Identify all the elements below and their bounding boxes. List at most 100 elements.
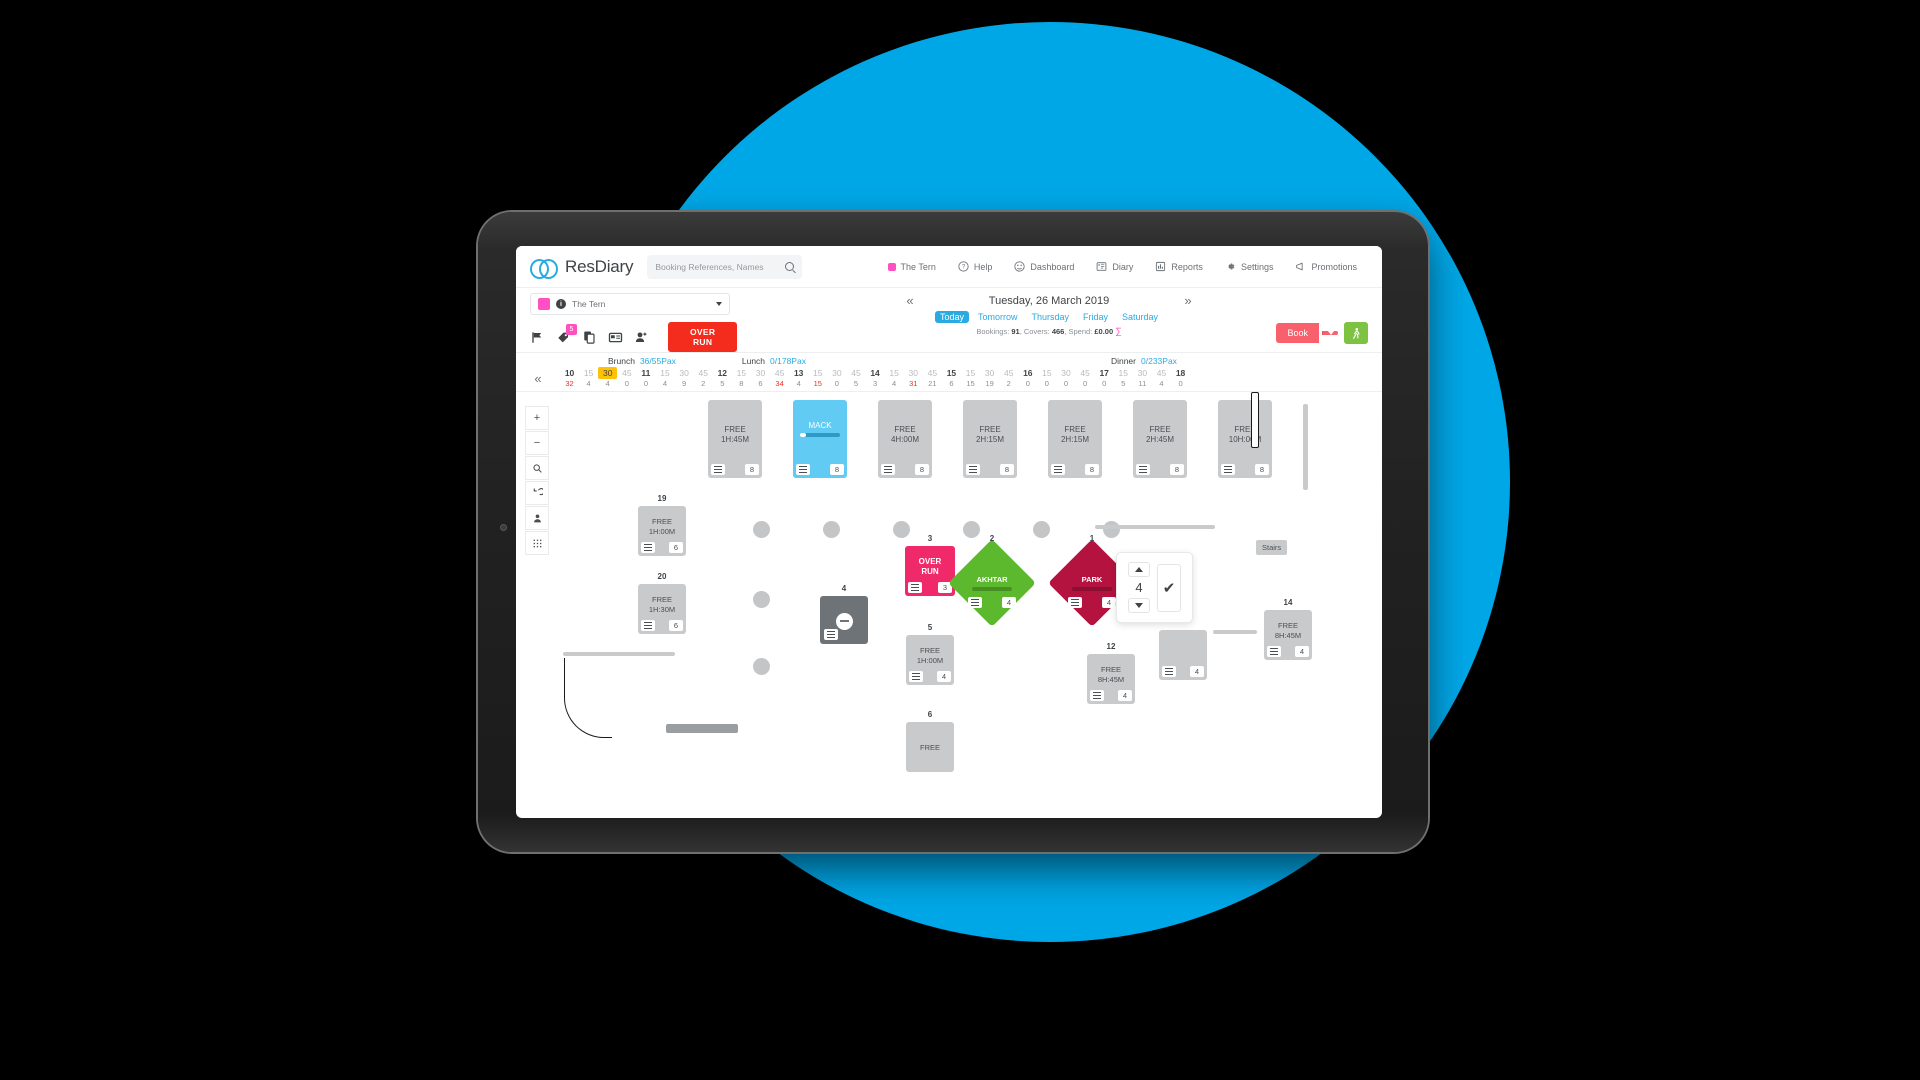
time-slot[interactable]: 30 [675, 367, 694, 379]
card-menu-icon[interactable] [641, 542, 655, 553]
card-menu-icon[interactable] [824, 629, 838, 640]
card-menu-icon[interactable] [968, 597, 982, 608]
flag-icon[interactable] [530, 330, 545, 345]
resdiary-logo[interactable]: ResDiary [530, 257, 634, 279]
search-box[interactable] [647, 254, 803, 279]
time-slot[interactable]: 18 [1171, 367, 1190, 379]
card-menu-icon[interactable] [1051, 464, 1065, 475]
table-card-20[interactable]: 20 FREE 1H:30M 6 [638, 572, 686, 634]
vertical-scrollbar[interactable] [1303, 404, 1308, 490]
nav-item-diary[interactable]: Diary [1085, 246, 1144, 288]
table-card-top-3[interactable]: FREE 4H:00M 8 [878, 400, 932, 478]
card-menu-icon[interactable] [1221, 464, 1235, 475]
service-dinner[interactable]: Dinner 0/233Pax [1111, 356, 1177, 366]
card-menu-icon[interactable] [711, 464, 725, 475]
time-slot[interactable]: 10 [560, 367, 579, 379]
time-slot[interactable]: 15 [655, 367, 674, 379]
time-slot[interactable]: 15 [961, 367, 980, 379]
day-tab-today[interactable]: Today [934, 311, 969, 323]
time-slot[interactable]: 30 [980, 367, 999, 379]
table-card-top-4[interactable]: FREE 2H:15M 8 [963, 400, 1017, 478]
time-slot[interactable]: 16 [1018, 367, 1037, 379]
time-slot[interactable]: 45 [1076, 367, 1095, 379]
table-card-top-7[interactable]: FREE 10H:00M 8 [1218, 400, 1272, 478]
table-diamond-2-akhtar[interactable]: 2 AKHTAR 4 [948, 534, 1036, 627]
table-card-4-blocked[interactable]: 4 [820, 584, 868, 644]
table-card-14[interactable]: 14 FREE 8H:45M 4 [1264, 598, 1312, 660]
covers-stepper-popup[interactable]: 4 ✔ [1116, 552, 1193, 623]
card-menu-icon[interactable] [1136, 464, 1150, 475]
service-brunch[interactable]: Brunch 36/55Pax [608, 356, 676, 366]
card-icon[interactable] [608, 330, 623, 345]
table-card-top-2[interactable]: MACK 8 [793, 400, 847, 478]
nav-item-promotions[interactable]: Promotions [1284, 246, 1368, 288]
card-menu-icon[interactable] [1090, 690, 1104, 701]
time-slot[interactable]: 45 [770, 367, 789, 379]
table-card-6[interactable]: 6 FREE [906, 710, 954, 772]
card-menu-icon[interactable] [1068, 597, 1082, 608]
stepper-decrement-button[interactable] [1128, 598, 1150, 613]
card-menu-icon[interactable] [796, 464, 810, 475]
chevron-down-icon[interactable] [716, 302, 722, 306]
service-lunch[interactable]: Lunch 0/178Pax [742, 356, 806, 366]
table-card-3-overrun[interactable]: 3 OVER RUN 3 [905, 534, 955, 596]
person-tool[interactable] [525, 506, 549, 530]
card-menu-icon[interactable] [908, 582, 922, 593]
stepper-confirm-button[interactable]: ✔ [1157, 563, 1181, 612]
nav-item-dashboard[interactable]: Dashboard [1003, 246, 1085, 288]
add-person-icon[interactable] [634, 330, 649, 345]
table-card-12[interactable]: 12 FREE 8H:45M 4 [1087, 642, 1135, 704]
walk-in-button[interactable] [1344, 322, 1368, 344]
time-slot[interactable]: 30 [1133, 367, 1152, 379]
over-run-button[interactable]: OVER RUN [668, 322, 738, 352]
search-input[interactable] [655, 261, 786, 272]
nav-item-help[interactable]: ? Help [947, 246, 1004, 288]
time-slot[interactable]: 17 [1095, 367, 1114, 379]
tag-icon[interactable]: 5 [556, 323, 577, 345]
card-menu-icon[interactable] [909, 671, 923, 682]
time-slot[interactable]: 15 [732, 367, 751, 379]
card-menu-icon[interactable] [881, 464, 895, 475]
time-slot[interactable]: 30 [904, 367, 923, 379]
search-tool[interactable] [525, 456, 549, 480]
nav-item-settings[interactable]: Settings [1214, 246, 1285, 288]
time-slot[interactable]: 45 [846, 367, 865, 379]
zoom-out-tool[interactable]: − [525, 431, 549, 455]
table-card-19[interactable]: 19 FREE 1H:00M 6 [638, 494, 686, 556]
time-slot[interactable]: 30 [1056, 367, 1075, 379]
undo-tool[interactable] [525, 481, 549, 505]
card-menu-icon[interactable] [1162, 666, 1176, 677]
nav-item-the-tern[interactable]: The Tern [877, 246, 947, 288]
copy-icon[interactable] [582, 330, 597, 345]
time-slot[interactable]: 45 [999, 367, 1018, 379]
sigma-icon[interactable]: ∑ [1115, 326, 1121, 336]
table-card-top-6[interactable]: FREE 2H:45M 8 [1133, 400, 1187, 478]
table-card-5[interactable]: 5 FREE 1H:00M 4 [906, 623, 954, 685]
time-slot[interactable]: 12 [713, 367, 732, 379]
day-tab-tomorrow[interactable]: Tomorrow [973, 311, 1023, 323]
next-date-button[interactable]: » [1177, 293, 1199, 308]
search-icon[interactable] [785, 262, 795, 271]
day-tab-friday[interactable]: Friday [1078, 311, 1113, 323]
time-slot[interactable]: 30 [598, 367, 618, 379]
time-slot[interactable]: 14 [866, 367, 885, 379]
time-slot[interactable]: 30 [751, 367, 770, 379]
time-slot[interactable]: 15 [579, 367, 598, 379]
info-icon[interactable]: i [556, 299, 566, 309]
time-slot[interactable]: 15 [885, 367, 904, 379]
zoom-in-tool[interactable]: + [525, 406, 549, 430]
table-card-top-1[interactable]: FREE 1H:45M 8 [708, 400, 762, 478]
time-slot[interactable]: 30 [827, 367, 846, 379]
time-slot[interactable]: 11 [636, 367, 655, 379]
time-slot[interactable]: 13 [789, 367, 808, 379]
time-slot[interactable]: 45 [1152, 367, 1171, 379]
book-button[interactable]: Book [1276, 323, 1319, 343]
time-slot[interactable]: 15 [1114, 367, 1133, 379]
card-menu-icon[interactable] [1267, 646, 1281, 657]
table-card-behind-stepper[interactable]: 4 [1159, 630, 1207, 680]
card-menu-icon[interactable] [641, 620, 655, 631]
prev-date-button[interactable]: « [899, 293, 921, 308]
table-card-top-5[interactable]: FREE 2H:15M 8 [1048, 400, 1102, 478]
nav-item-reports[interactable]: Reports [1144, 246, 1214, 288]
time-slot[interactable]: 15 [1037, 367, 1056, 379]
